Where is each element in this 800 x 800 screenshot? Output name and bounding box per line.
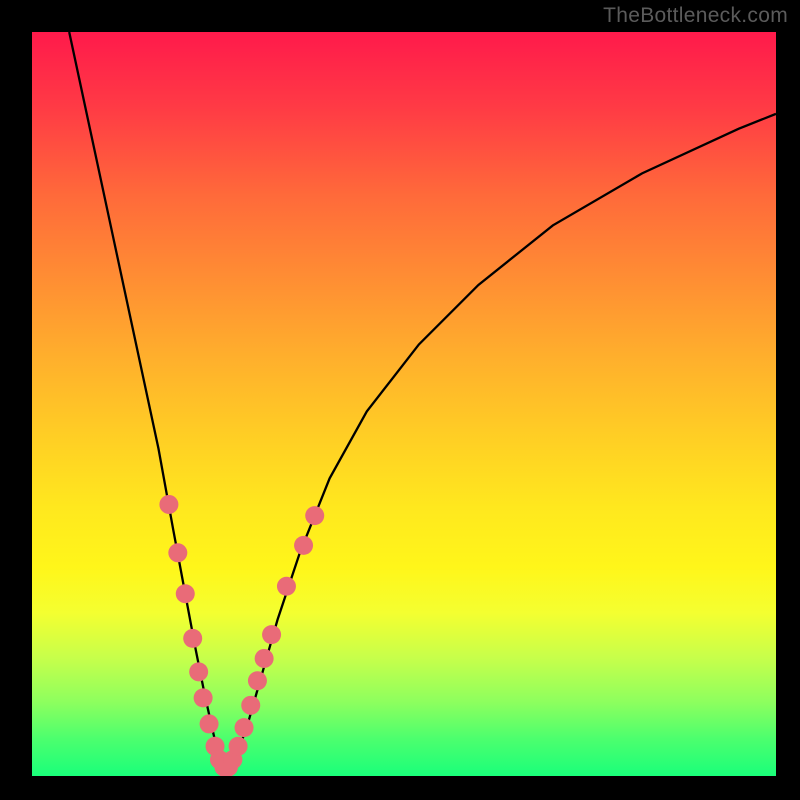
data-marker	[248, 671, 267, 690]
markers-group	[159, 495, 324, 776]
data-marker	[194, 688, 213, 707]
chart-frame: TheBottleneck.com	[0, 0, 800, 800]
data-marker	[241, 696, 260, 715]
data-marker	[229, 737, 248, 756]
data-marker	[189, 662, 208, 681]
watermark-text: TheBottleneck.com	[603, 4, 788, 28]
data-marker	[159, 495, 178, 514]
data-marker	[168, 543, 187, 562]
data-marker	[294, 536, 313, 555]
chart-overlay	[32, 32, 776, 776]
data-marker	[305, 506, 324, 525]
data-marker	[255, 649, 274, 668]
data-marker	[262, 625, 281, 644]
curve-path	[69, 32, 776, 767]
data-marker	[176, 584, 195, 603]
data-marker	[200, 714, 219, 733]
data-marker	[235, 718, 254, 737]
data-marker	[183, 629, 202, 648]
data-marker	[277, 577, 296, 596]
